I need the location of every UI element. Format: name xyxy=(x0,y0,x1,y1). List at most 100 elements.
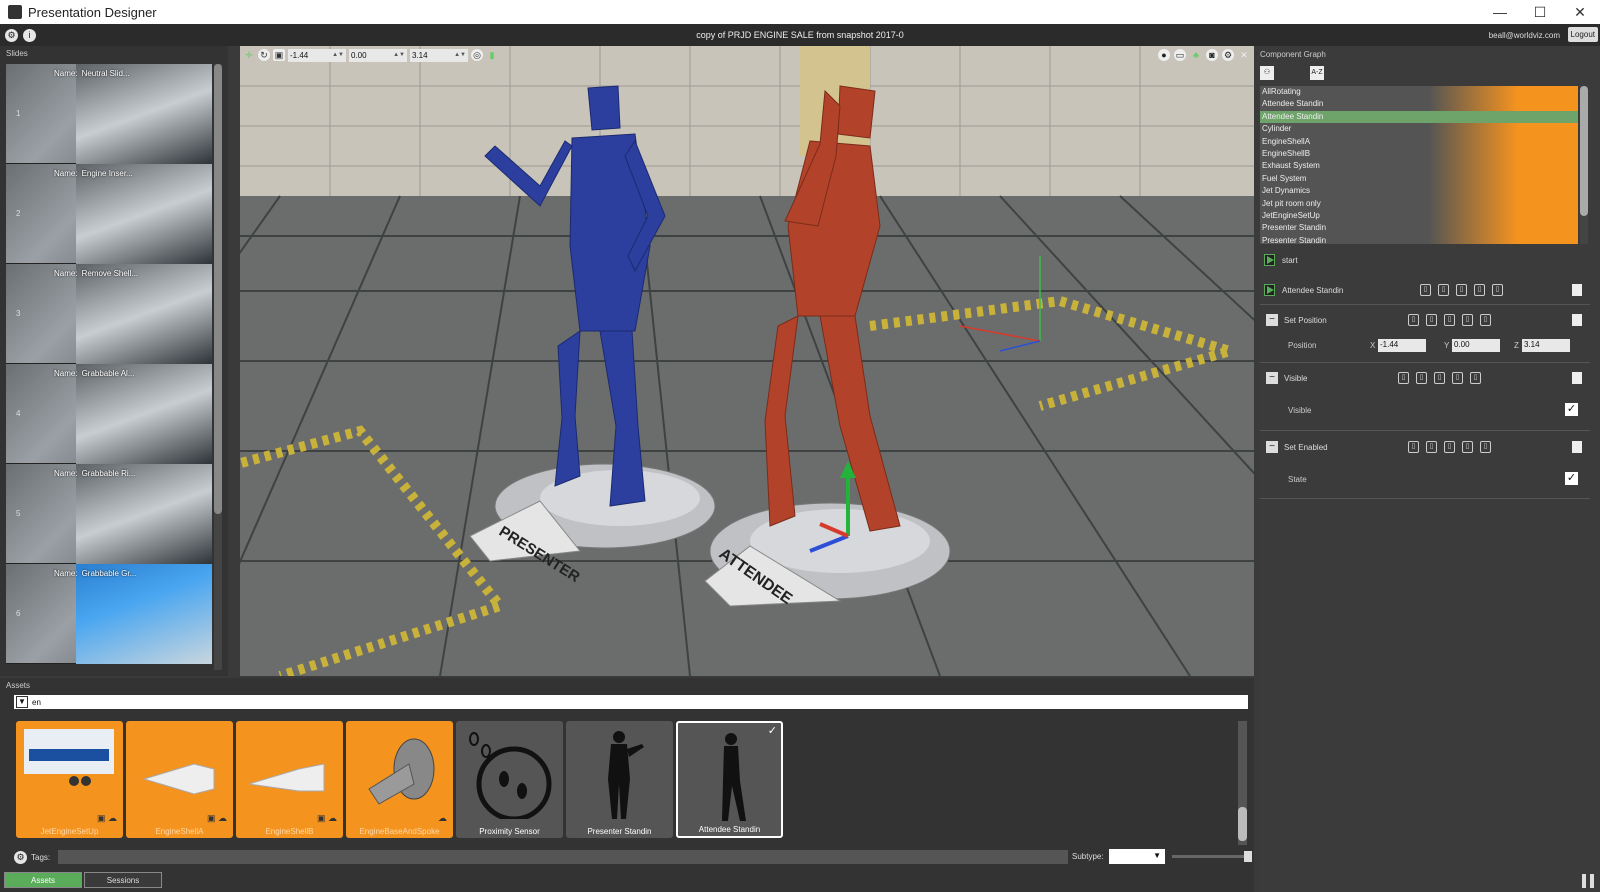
subtype-select[interactable] xyxy=(1109,849,1165,864)
close-button[interactable]: ✕ xyxy=(1560,0,1600,24)
tags-input[interactable] xyxy=(58,850,1068,864)
action-icon[interactable]: ▯ xyxy=(1480,441,1491,453)
slide-item-5[interactable]: 5 Name: Grabbable Ri... xyxy=(6,464,212,564)
thumbnail-size-slider[interactable] xyxy=(1172,851,1252,862)
component-list-item[interactable]: JetEngineSetUp xyxy=(1260,209,1578,223)
logout-button[interactable]: Logout xyxy=(1567,27,1598,42)
slide-item-4[interactable]: 4 Name: Grabbable Al... xyxy=(6,364,212,464)
play-icon[interactable] xyxy=(1264,254,1275,266)
action-icon[interactable]: ▯ xyxy=(1456,284,1467,296)
action-icon[interactable]: ▯ xyxy=(1420,284,1431,296)
assets-scrollbar[interactable] xyxy=(1238,721,1247,845)
asset-tile-selected[interactable]: ✓ Attendee Standin xyxy=(676,721,783,838)
action-icon[interactable]: ▯ xyxy=(1492,284,1503,296)
action-icon[interactable]: ▯ xyxy=(1452,372,1463,384)
slide-item-1[interactable]: 1 Name: Neutral Slid... xyxy=(6,64,212,164)
scene-render[interactable]: PRESENTER ATTENDEE xyxy=(240,46,1254,676)
component-list-item[interactable]: Jet Dynamics xyxy=(1260,185,1578,198)
action-icon[interactable]: ▯ xyxy=(1434,372,1445,384)
action-icon[interactable]: ▯ xyxy=(1444,314,1455,326)
component-list-item[interactable]: EngineShellB xyxy=(1260,147,1578,161)
position-x-field[interactable]: -1.44 xyxy=(1378,339,1426,352)
component-list-item[interactable]: AllRotating xyxy=(1260,86,1578,99)
minimize-button[interactable]: — xyxy=(1480,0,1520,24)
gear-icon[interactable]: ⚙ xyxy=(1222,49,1234,61)
delete-icon[interactable] xyxy=(1572,284,1582,296)
tab-assets[interactable]: Assets xyxy=(4,872,82,888)
scrollbar-thumb[interactable] xyxy=(1238,807,1247,841)
sort-az-button[interactable]: A-Z xyxy=(1310,66,1324,80)
asset-tile[interactable]: Presenter Standin xyxy=(566,721,673,838)
hmd-icon[interactable]: ▭ xyxy=(1174,49,1186,61)
gear-icon[interactable]: ⚙ xyxy=(14,850,27,864)
asset-tile[interactable]: ☁ EngineBaseAndSpoke xyxy=(346,721,453,838)
component-list-item[interactable]: Cylinder xyxy=(1260,123,1578,136)
component-list-item[interactable]: Presenter Standin xyxy=(1260,222,1578,235)
state-checkbox[interactable]: ✓ xyxy=(1565,472,1578,485)
viewport-x-field[interactable]: -1.44 ▲▼ xyxy=(288,48,346,62)
action-icon[interactable]: ▯ xyxy=(1416,372,1427,384)
action-icon[interactable]: ▯ xyxy=(1462,441,1473,453)
move-tool-icon[interactable]: ✛ xyxy=(243,49,255,61)
action-icon[interactable]: ▯ xyxy=(1444,441,1455,453)
delete-icon[interactable] xyxy=(1572,441,1582,453)
viewport-y-field[interactable]: 0.00 ▲▼ xyxy=(349,48,407,62)
action-icon[interactable]: ▯ xyxy=(1426,441,1437,453)
play-icon[interactable] xyxy=(1264,284,1275,296)
close-viewport-icon[interactable]: ✕ xyxy=(1238,49,1250,61)
viewport-z-field[interactable]: 3.14 ▲▼ xyxy=(410,48,468,62)
component-list-item[interactable]: Attendee Standin xyxy=(1260,98,1578,111)
hierarchy-icon[interactable]: ⚇ xyxy=(1260,66,1274,80)
component-list-scrollbar[interactable] xyxy=(1580,86,1588,244)
tab-sessions[interactable]: Sessions xyxy=(84,872,162,888)
scrollbar-thumb[interactable] xyxy=(1580,86,1588,216)
asset-tile[interactable]: ▣ ☁ EngineShellB xyxy=(236,721,343,838)
filter-icon[interactable]: ▼ xyxy=(16,696,28,708)
slider-handle[interactable] xyxy=(1244,851,1252,862)
rotate-tool-icon[interactable]: ↻ xyxy=(258,49,270,61)
scrollbar-thumb[interactable] xyxy=(214,64,222,514)
asset-tile[interactable]: ▣ ☁ EngineShellA xyxy=(126,721,233,838)
visible-checkbox[interactable]: ✓ xyxy=(1565,403,1578,416)
position-y-field[interactable]: 0.00 xyxy=(1452,339,1500,352)
3d-viewport[interactable]: PRESENTER ATTENDEE ✛ ↻ ▣ -1.44 ▲▼ 0.00 ▲… xyxy=(240,46,1254,676)
delete-icon[interactable] xyxy=(1572,372,1582,384)
slide-item-2[interactable]: 2 Name: Engine Inser... xyxy=(6,164,212,264)
asset-tile[interactable]: ▣ ☁ JetEngineSetUp xyxy=(16,721,123,838)
component-list-item[interactable]: Jet pit room only xyxy=(1260,197,1578,210)
component-list-item[interactable]: EngineShellA xyxy=(1260,135,1578,148)
maximize-button[interactable]: ☐ xyxy=(1520,0,1560,24)
delete-icon[interactable] xyxy=(1572,314,1582,326)
action-icon[interactable]: ▯ xyxy=(1474,284,1485,296)
component-list-item[interactable]: Presenter Standin xyxy=(1260,234,1578,244)
action-icon[interactable]: ▯ xyxy=(1398,372,1409,384)
camera-icon[interactable]: ◙ xyxy=(1206,49,1218,61)
scale-tool-icon[interactable]: ▣ xyxy=(273,49,285,61)
component-list-item[interactable]: Attendee Standin xyxy=(1260,110,1578,124)
pause-icon[interactable] xyxy=(1582,874,1594,888)
slide-item-3[interactable]: 3 Name: Remove Shell... xyxy=(6,264,212,364)
asset-filter-bar[interactable]: ▼ en xyxy=(14,695,1248,709)
camera-head-icon[interactable]: ● xyxy=(1158,49,1170,61)
action-icon[interactable]: ▯ xyxy=(1408,314,1419,326)
info-icon[interactable]: i xyxy=(23,28,36,42)
collapse-icon[interactable]: − xyxy=(1266,441,1278,453)
component-list-item[interactable]: Exhaust System xyxy=(1260,160,1578,173)
asset-tile[interactable]: Proximity Sensor xyxy=(456,721,563,838)
collapse-icon[interactable]: − xyxy=(1266,372,1278,384)
slide-item-6[interactable]: 6 Name: Grabbable Gr... xyxy=(6,564,212,664)
action-icon[interactable]: ▯ xyxy=(1462,314,1473,326)
snap-icon[interactable]: ◎ xyxy=(471,49,483,61)
start-row[interactable]: start xyxy=(1260,252,1590,268)
asset-search-input[interactable]: en xyxy=(32,698,41,707)
action-icon[interactable]: ▯ xyxy=(1426,314,1437,326)
settings-gear-icon[interactable]: ⚙ xyxy=(5,28,18,42)
collapse-icon[interactable]: − xyxy=(1266,314,1278,326)
position-z-field[interactable]: 3.14 xyxy=(1522,339,1570,352)
slides-scrollbar[interactable] xyxy=(214,64,222,670)
action-icon[interactable]: ▯ xyxy=(1480,314,1491,326)
component-list-item[interactable]: Fuel System xyxy=(1260,172,1578,186)
action-icon[interactable]: ▯ xyxy=(1470,372,1481,384)
action-icon[interactable]: ▯ xyxy=(1408,441,1419,453)
tree-icon[interactable]: ♣ xyxy=(1190,49,1202,61)
